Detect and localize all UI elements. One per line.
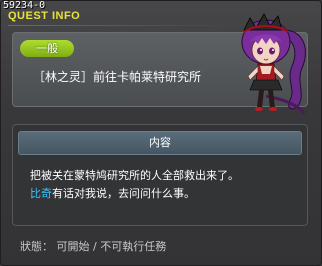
content-line-1: 把被关在蒙特鸠研究所的人全部救出来了。 xyxy=(30,169,239,182)
content-line-2-text: 有话对我说，去问问什么事。 xyxy=(52,187,195,200)
quest-name: ［林之灵］前往卡帕莱特研究所 xyxy=(33,70,202,84)
window-title: QUEST INFO xyxy=(8,10,81,22)
npc-portrait xyxy=(241,13,306,115)
title-divider xyxy=(8,25,238,26)
quest-category-badge: 一般 xyxy=(20,40,74,57)
npc-link[interactable]: 比奇 xyxy=(30,187,52,200)
content-line-2: 比奇有话对我说，去问问什么事。 xyxy=(30,185,195,201)
quest-status: 狀態： 可開始 / 不可執行任務 xyxy=(20,240,167,253)
content-header: 内容 xyxy=(18,131,302,155)
